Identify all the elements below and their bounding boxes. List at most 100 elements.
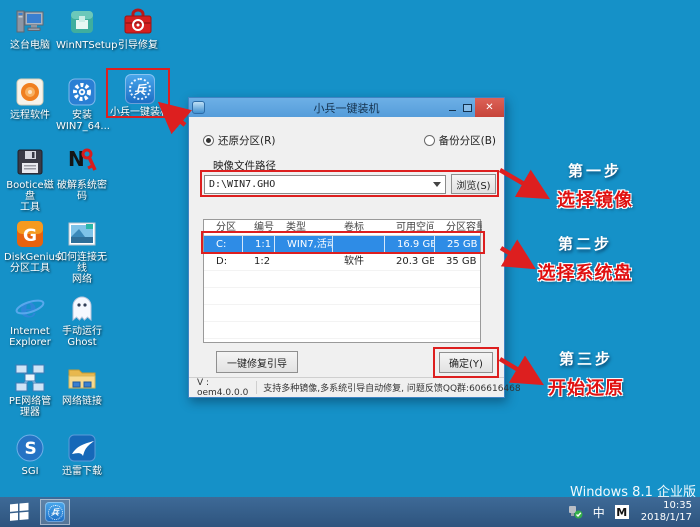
- ie-icon: e: [14, 292, 46, 324]
- table-row-c[interactable]: C: 1:1 WIN7,活动 16.9 GB 25 GB: [204, 236, 480, 253]
- cell: 1:2: [254, 256, 271, 267]
- desktop-icon-crack-password[interactable]: N 破解系统密码: [56, 146, 108, 202]
- thunder-icon: [66, 432, 98, 464]
- icon-label: 如何连接无线 网络: [57, 252, 107, 285]
- safely-remove-hardware-icon[interactable]: [567, 505, 583, 519]
- radio-restore-partition[interactable]: 还原分区(R): [203, 133, 276, 148]
- step-action: 选择系统盘: [537, 263, 633, 284]
- desktop-icon-wireless-help[interactable]: 如何连接无线 网络: [56, 218, 108, 285]
- key-icon: N: [66, 146, 98, 178]
- desktop-icon-pe-network[interactable]: PE网络管理器: [4, 362, 56, 418]
- repair-boot-label: 一键修复引导: [227, 358, 287, 370]
- cell: 1:1: [242, 236, 274, 253]
- cell: C:: [216, 239, 227, 250]
- col-number[interactable]: 编号: [242, 220, 274, 235]
- col-type[interactable]: 类型: [274, 220, 332, 235]
- floppy-icon: [14, 146, 46, 178]
- desktop-icon-thunder[interactable]: 迅雷下载: [56, 432, 108, 477]
- col-volume-label[interactable]: 卷标: [332, 220, 384, 235]
- icon-label: 安装 WIN7_64...: [56, 110, 110, 132]
- desktop-icon-bootice[interactable]: Bootice磁盘 工具: [4, 146, 56, 213]
- radio-restore-label: 还原分区(R): [218, 135, 276, 147]
- dialog-statusbar: V : oem4.0.0.0 支持多种镜像,多系统引导自动修复, 问题反馈QQ群…: [189, 377, 521, 398]
- desktop-icon-internet-explorer[interactable]: e Internet Explorer: [4, 292, 56, 348]
- system-tray: 中 M 10:35 2018/1/17: [567, 500, 696, 524]
- windows-logo-icon: [10, 502, 29, 521]
- clock-date: 2018/1/17: [640, 512, 692, 523]
- col-capacity[interactable]: 分区容量: [434, 220, 482, 235]
- desktop-icon-this-pc[interactable]: 这台电脑: [4, 6, 56, 51]
- image-path-value: D:\WIN7.GHO: [209, 179, 276, 190]
- chevron-down-icon[interactable]: [429, 176, 445, 193]
- svg-text:e: e: [20, 293, 37, 324]
- dialog-title: 小兵一键装机: [313, 101, 380, 115]
- toolbox-icon: [122, 6, 154, 38]
- desktop-icon-remote-software[interactable]: 远程软件: [4, 76, 56, 121]
- network-icon: [14, 362, 46, 394]
- ime-language-indicator[interactable]: 中: [593, 504, 605, 521]
- xiaobing-icon: 兵: [45, 502, 65, 522]
- icon-label: 网络链接: [62, 396, 102, 407]
- icon-label: WinNTSetup: [56, 40, 118, 51]
- annotation-step-1: 第一步 选择镜像: [540, 160, 650, 212]
- image-path-label: 映像文件路径: [213, 160, 276, 172]
- arrow-step2: [499, 239, 536, 270]
- version-text: V : oem4.0.0.0: [197, 377, 249, 398]
- icon-label: PE网络管理器: [8, 396, 52, 418]
- radio-selected-icon: [203, 135, 214, 146]
- start-button[interactable]: [4, 497, 34, 527]
- status-text: 支持多种镜像,多系统引导自动修复, 问题反馈QQ群:606616468: [256, 381, 526, 394]
- icon-label: SGI: [21, 466, 39, 477]
- cell: 20.3 GB: [396, 256, 434, 267]
- image-path-combobox[interactable]: D:\WIN7.GHO: [204, 175, 446, 194]
- step-number: 第二步: [557, 235, 612, 253]
- col-free-space[interactable]: 可用空间: [384, 220, 434, 235]
- col-partition[interactable]: 分区: [204, 220, 242, 235]
- icon-label: 破解系统密码: [57, 180, 107, 202]
- desktop-icon-boot-repair[interactable]: 引导修复: [112, 6, 164, 51]
- cell: 25 GB: [434, 236, 482, 253]
- taskbar: 兵 中 M 10:35 2018/1/17: [0, 497, 700, 527]
- sgi-icon: S: [14, 432, 46, 464]
- desktop-icon-network-links[interactable]: 网络链接: [56, 362, 108, 407]
- cell: 16.9 GB: [384, 236, 434, 253]
- desktop-icon-ghost[interactable]: 手动运行 Ghost: [56, 292, 108, 348]
- table-row-d[interactable]: D: 1:2 软件 20.3 GB 35 GB: [204, 253, 480, 270]
- cell: D:: [216, 256, 228, 267]
- desktop-icon-diskgenius[interactable]: G DiskGenius 分区工具: [4, 218, 60, 274]
- folder-network-icon: [66, 362, 98, 394]
- browse-button-label: 浏览(S): [456, 180, 491, 192]
- xiaobing-dialog: 小兵一键装机 还原分区(R) 备份分区(B) 映像文件路径 D:\WIN7.GH…: [188, 97, 521, 398]
- taskbar-app-xiaobing[interactable]: 兵: [40, 499, 70, 525]
- annotation-step-3: 第三步 开始还原: [527, 348, 645, 400]
- ime-mode-indicator[interactable]: M: [614, 505, 629, 519]
- radio-backup-partition[interactable]: 备份分区(B): [423, 133, 496, 148]
- ghost-icon: [66, 292, 98, 324]
- desktop-icon-install-win7[interactable]: 安装 WIN7_64...: [56, 76, 110, 132]
- ok-button[interactable]: 确定(Y): [439, 352, 493, 373]
- icon-label: Bootice磁盘 工具: [6, 180, 54, 213]
- repair-boot-button[interactable]: 一键修复引导: [216, 351, 298, 373]
- cell: 35 GB: [446, 256, 477, 267]
- step-number: 第三步: [558, 350, 613, 368]
- icon-label: 这台电脑: [10, 40, 50, 51]
- dialog-titlebar[interactable]: 小兵一键装机: [189, 98, 504, 117]
- taskbar-clock[interactable]: 10:35 2018/1/17: [641, 500, 692, 524]
- diskgenius-icon: G: [14, 218, 46, 250]
- computer-icon: [14, 6, 46, 38]
- svg-text:G: G: [23, 226, 37, 246]
- annotation-step-2: 第二步 选择系统盘: [521, 233, 649, 285]
- desktop-icon-xiaobing[interactable]: 兵 小兵一键装机: [110, 73, 170, 118]
- svg-text:S: S: [25, 439, 37, 459]
- cell: 软件: [344, 256, 364, 267]
- browse-button[interactable]: 浏览(S): [451, 174, 496, 194]
- icon-label: 引导修复: [118, 40, 158, 51]
- arrow-step3: [498, 355, 544, 386]
- desktop: 这台电脑 WinNTSetup 引导修复 远程软件 安装 WIN7_64... …: [0, 0, 700, 527]
- arrow-step1: [498, 168, 551, 200]
- desktop-icon-winntsetup[interactable]: WinNTSetup: [56, 6, 118, 51]
- gear-icon: [66, 76, 98, 108]
- step-action: 选择镜像: [557, 190, 633, 211]
- package-icon: [66, 6, 98, 38]
- desktop-icon-sgi[interactable]: S SGI: [4, 432, 56, 477]
